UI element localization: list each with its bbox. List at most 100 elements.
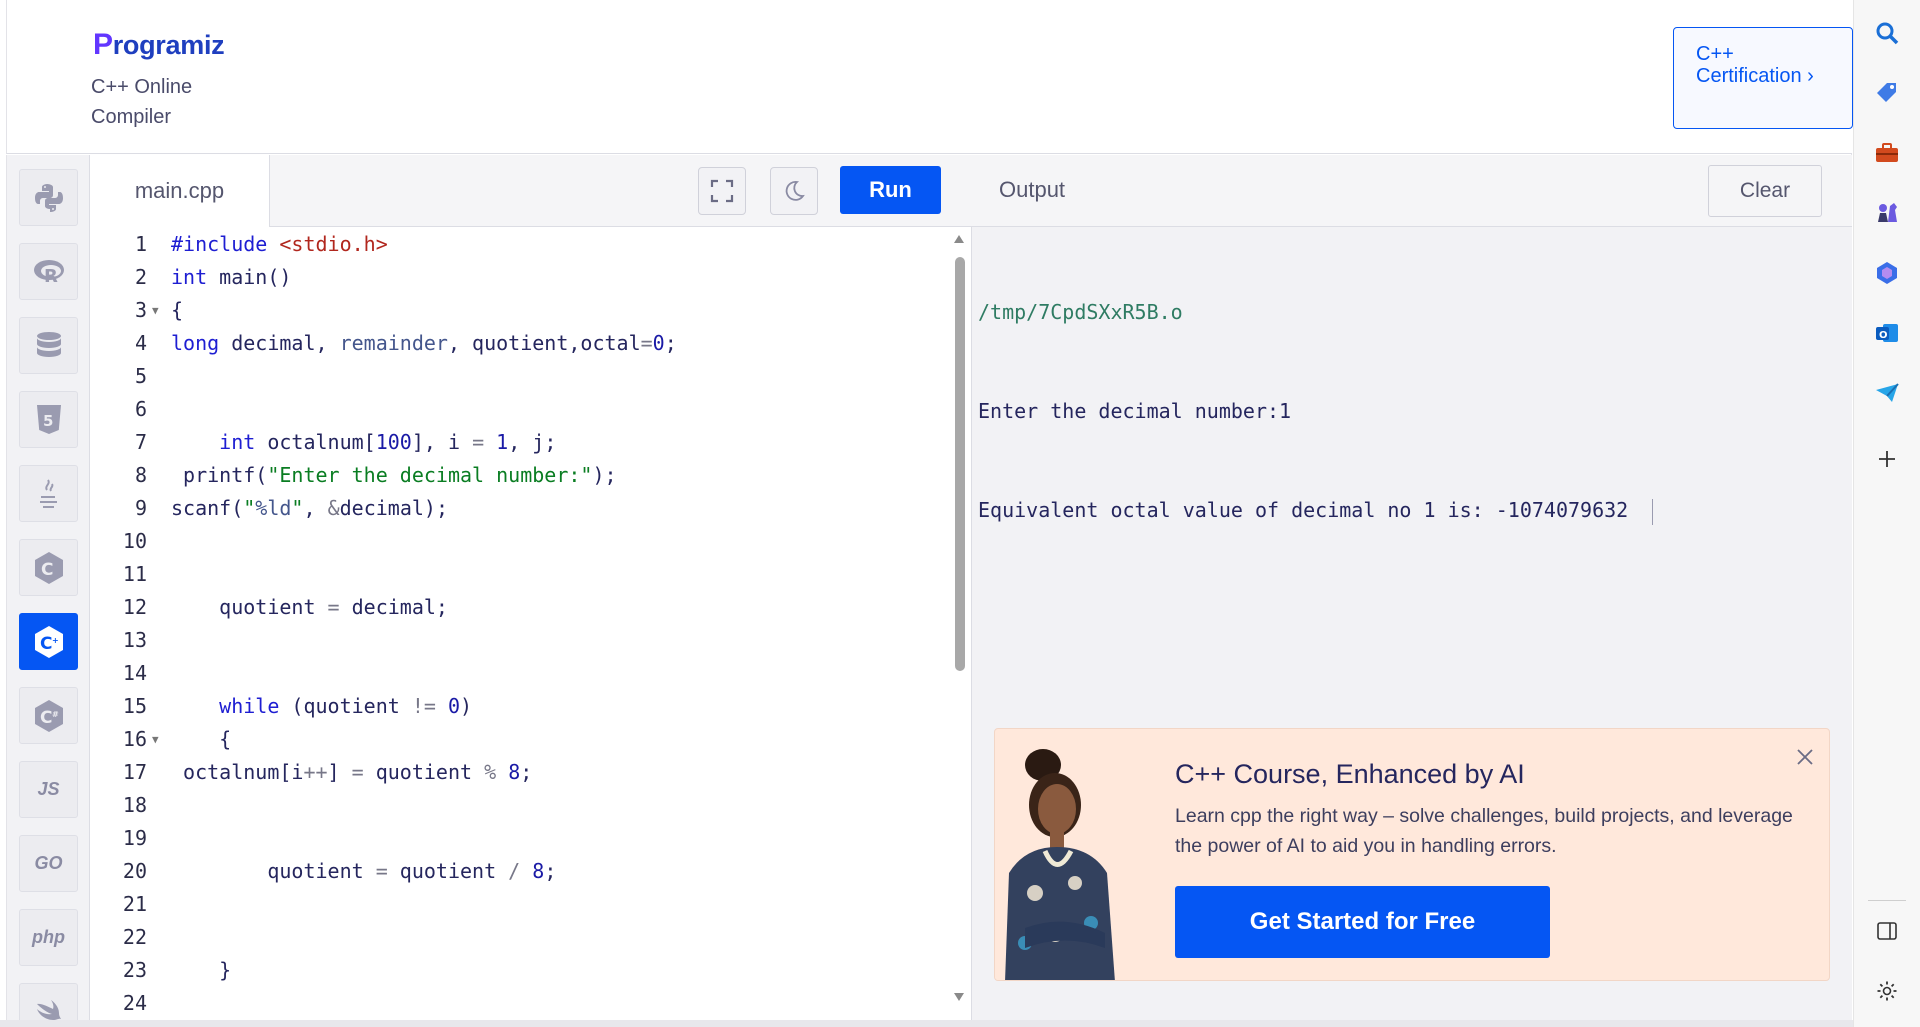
js-icon: JS <box>37 779 60 799</box>
scroll-up-arrow-icon[interactable] <box>952 233 966 245</box>
moon-icon <box>785 181 805 201</box>
promo-title: C++ Course, Enhanced by AI <box>1175 759 1525 789</box>
plus-icon[interactable] <box>1872 444 1902 474</box>
programiz-logo[interactable]: Programiz <box>93 28 225 62</box>
svg-text:O: O <box>1879 330 1888 341</box>
chess-icon[interactable] <box>1872 198 1902 228</box>
search-icon[interactable] <box>1872 18 1902 48</box>
code-line: 15 while (quotient != 0) <box>122 694 473 718</box>
fullscreen-button[interactable] <box>698 167 746 215</box>
language-sidebar: R 5 C C + C # JS GO php <box>6 155 90 1027</box>
fold-arrow-icon[interactable]: ▼ <box>152 294 159 327</box>
output-line: Enter the decimal number:1 <box>978 399 1292 423</box>
output-line: Equivalent octal value of decimal no 1 i… <box>978 494 1654 527</box>
editor-panel: main.cpp Run 1 #include <stdio.h> 2 int ma… <box>90 155 972 1027</box>
svg-text:C: C <box>40 634 52 654</box>
run-button[interactable]: Run <box>840 166 941 214</box>
java-icon <box>39 478 57 508</box>
csharp-icon: C # <box>34 699 63 732</box>
svg-text:R: R <box>44 266 58 287</box>
code-line: 2 int main() <box>134 265 292 289</box>
output-panel: Output Clear /tmp/7CpdSXxR5B.o Enter the… <box>972 155 1852 1027</box>
database-icon <box>36 331 61 357</box>
output-title: Output <box>999 177 1066 202</box>
lang-java-button[interactable] <box>19 465 78 522</box>
code-line: 22 <box>122 925 147 949</box>
sidebar-divider <box>1868 900 1906 901</box>
promo-card: C++ Course, Enhanced by AI Learn cpp the… <box>994 728 1830 981</box>
code-line: 4 long decimal, remainder, quotient,octal… <box>134 331 677 355</box>
code-line: 14 <box>122 661 147 685</box>
output-line: /tmp/7CpdSXxR5B.o <box>978 300 1183 324</box>
scrollbar-thumb[interactable] <box>955 257 965 671</box>
get-started-button[interactable]: Get Started for Free <box>1175 886 1550 958</box>
lang-go-button[interactable]: GO <box>19 835 78 892</box>
go-icon: GO <box>34 853 63 873</box>
svg-text:5: 5 <box>43 412 53 430</box>
code-line: 20 quotient = quotient / 8; <box>122 859 557 883</box>
cpp-icon: C + <box>34 625 63 658</box>
code-line: 9 scanf("%ld", &decimal); <box>134 496 448 520</box>
svg-text:+: + <box>52 636 59 645</box>
clear-button[interactable]: Clear <box>1708 165 1822 217</box>
browser-sidebar: O <box>1853 0 1920 1027</box>
fullscreen-icon <box>710 179 734 203</box>
code-line: 16 ▼ { <box>90 723 950 756</box>
editor-scrollbar[interactable] <box>952 233 966 1003</box>
html5-icon: 5 <box>36 404 61 434</box>
editor-toolbar: main.cpp Run <box>90 155 972 227</box>
code-line: 10 <box>122 529 147 553</box>
app-window: Programiz C++ Online Compiler C++ Certif… <box>0 0 1853 1027</box>
outlook-icon[interactable]: O <box>1872 318 1902 348</box>
code-line: 19 <box>122 826 147 850</box>
c-icon: C <box>34 551 63 584</box>
code-line: 8 printf("Enter the decimal number:"); <box>134 463 617 487</box>
code-line: 7 int octalnum[100], i = 1, j; <box>134 430 557 454</box>
lang-r-button[interactable]: R <box>19 243 78 300</box>
lang-csharp-button[interactable]: C # <box>19 687 78 744</box>
lang-python-button[interactable] <box>19 169 78 226</box>
output-console[interactable]: /tmp/7CpdSXxR5B.o Enter the decimal numb… <box>978 230 1654 593</box>
output-header: Output Clear <box>972 155 1852 227</box>
code-line: 21 <box>122 892 147 916</box>
lang-c-button[interactable]: C <box>19 539 78 596</box>
copilot-icon[interactable] <box>1872 258 1902 288</box>
code-line: 23 } <box>122 958 232 982</box>
instructor-photo <box>995 743 1135 980</box>
text-cursor <box>1652 498 1654 525</box>
bottom-strip <box>0 1020 1853 1027</box>
scroll-down-arrow-icon[interactable] <box>952 991 966 1003</box>
svg-text:C: C <box>40 708 52 728</box>
code-line: 6 <box>134 397 147 421</box>
code-editor[interactable]: 1 #include <stdio.h> 2 int main() 3 ▼{ 4 lon… <box>90 228 950 1027</box>
svg-text:C: C <box>41 560 53 580</box>
lang-html-button[interactable]: 5 <box>19 391 78 448</box>
page-subtitle: C++ Online Compiler <box>91 76 193 128</box>
lang-js-button[interactable]: JS <box>19 761 78 818</box>
send-icon[interactable] <box>1872 378 1902 408</box>
code-line: 18 <box>122 793 147 817</box>
lang-sql-button[interactable] <box>19 317 78 374</box>
promo-description: Learn cpp the right way – solve challeng… <box>1175 805 1793 857</box>
code-line: 3 ▼{ <box>90 294 950 327</box>
code-line: 13 <box>122 628 147 652</box>
header: Programiz C++ Online Compiler C++ Certif… <box>6 0 1853 154</box>
lang-cpp-button[interactable]: C + <box>19 613 78 670</box>
python-icon <box>34 183 63 212</box>
certification-button[interactable]: C++ Certification › <box>1673 27 1853 129</box>
r-icon: R <box>33 259 64 287</box>
code-line: 12 quotient = decimal; <box>122 595 448 619</box>
fold-arrow-icon[interactable]: ▼ <box>152 723 159 756</box>
php-icon: php <box>32 927 65 947</box>
split-view-icon[interactable] <box>1872 916 1902 946</box>
code-line: 1 #include <stdio.h> <box>134 232 388 256</box>
settings-icon[interactable] <box>1872 976 1902 1006</box>
code-line: 24 <box>122 991 147 1015</box>
toolbox-icon[interactable] <box>1872 138 1902 168</box>
file-tab-main-cpp[interactable]: main.cpp <box>90 155 270 227</box>
theme-toggle-button[interactable] <box>770 167 818 215</box>
lang-php-button[interactable]: php <box>19 909 78 966</box>
close-icon[interactable] <box>1793 745 1817 769</box>
code-line: 11 <box>122 562 147 586</box>
tag-icon[interactable] <box>1872 78 1902 108</box>
